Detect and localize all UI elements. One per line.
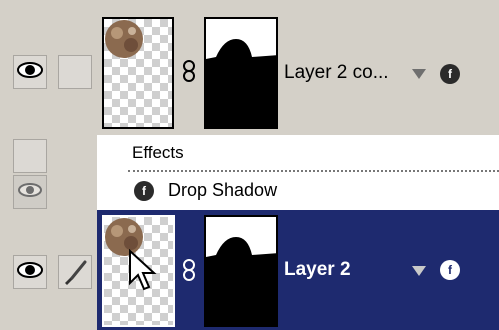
visibility-toggle[interactable] <box>13 255 47 289</box>
expand-triangle-icon[interactable] <box>412 266 426 276</box>
layer-row-layer-2[interactable]: Layer 2 f <box>0 210 499 330</box>
effect-row-drop-shadow[interactable]: f Drop Shadow <box>0 173 499 210</box>
mask-silhouette <box>206 39 276 127</box>
layer-thumbnail[interactable] <box>102 17 174 129</box>
chain-link-icon[interactable] <box>183 259 195 286</box>
brush-icon <box>59 260 91 292</box>
effects-visibility-slot[interactable] <box>13 139 47 173</box>
chain-link-icon[interactable] <box>183 60 195 87</box>
fx-icon[interactable]: f <box>440 260 460 280</box>
layer-name[interactable]: Layer 2 <box>284 259 351 281</box>
drop-shadow-background <box>97 173 499 210</box>
layer-mask-thumbnail[interactable] <box>204 215 278 327</box>
layer-name[interactable]: Layer 2 co... <box>284 62 389 84</box>
layer-mask-thumbnail[interactable] <box>204 17 278 129</box>
effects-header: Effects <box>132 143 184 162</box>
mask-silhouette <box>206 237 276 325</box>
expand-triangle-icon[interactable] <box>412 69 426 79</box>
fx-icon[interactable]: f <box>440 64 460 84</box>
eye-icon <box>17 61 43 84</box>
effects-row[interactable]: Effects <box>0 135 499 173</box>
paint-indicator[interactable] <box>58 255 92 289</box>
fx-icon: f <box>134 181 154 201</box>
visibility-toggle[interactable] <box>13 55 47 89</box>
effect-visibility-toggle[interactable] <box>13 175 47 209</box>
rock-image <box>105 20 143 58</box>
mouse-pointer-icon <box>129 249 157 291</box>
effect-name: Drop Shadow <box>168 180 278 200</box>
layers-panel: Layer 2 co... f Effects f Drop Shadow La… <box>0 0 499 330</box>
eye-icon <box>18 182 42 203</box>
layer-row-layer-2-copy[interactable]: Layer 2 co... f <box>0 0 499 135</box>
effects-separator <box>128 170 499 172</box>
layer-thumbnail[interactable] <box>102 215 175 327</box>
link-slot[interactable] <box>58 55 92 89</box>
eye-icon <box>17 261 43 284</box>
